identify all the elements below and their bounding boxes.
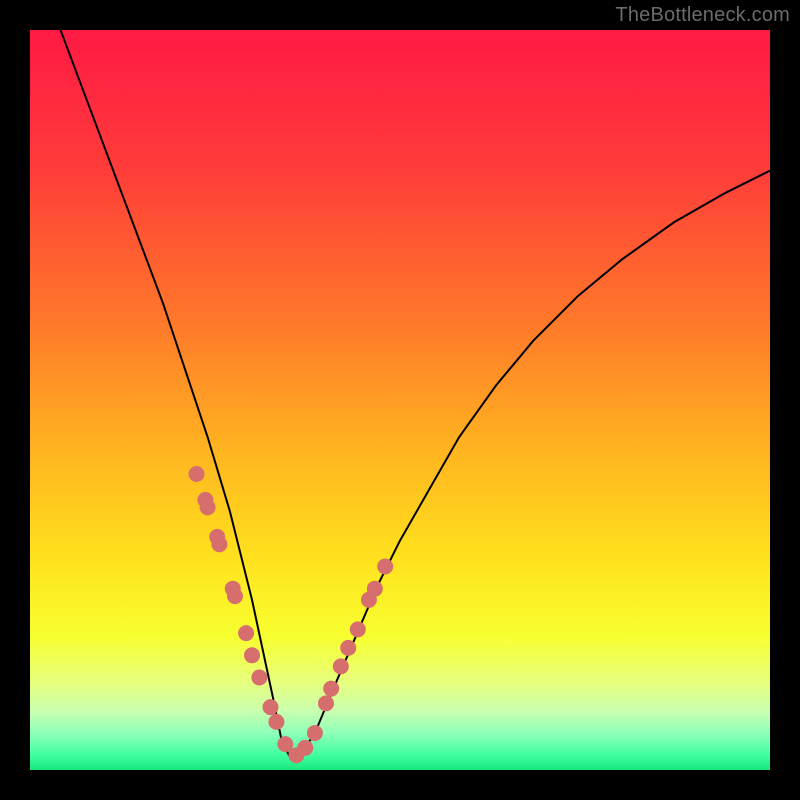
chart-stage: TheBottleneck.com — [0, 0, 800, 800]
plot-area — [30, 30, 770, 770]
curve-marker — [350, 621, 366, 637]
curve-marker — [227, 588, 243, 604]
curve-marker — [238, 625, 254, 641]
gradient-background — [30, 30, 770, 770]
curve-marker — [244, 647, 260, 663]
curve-marker — [297, 740, 313, 756]
curve-marker — [340, 640, 356, 656]
curve-marker — [268, 714, 284, 730]
curve-marker — [318, 695, 334, 711]
curve-marker — [377, 559, 393, 575]
curve-marker — [200, 499, 216, 515]
curve-marker — [263, 699, 279, 715]
chart-svg — [30, 30, 770, 770]
curve-marker — [307, 725, 323, 741]
curve-marker — [333, 658, 349, 674]
watermark-text: TheBottleneck.com — [615, 4, 790, 27]
curve-marker — [323, 681, 339, 697]
curve-marker — [251, 670, 267, 686]
curve-marker — [189, 466, 205, 482]
curve-marker — [211, 536, 227, 552]
curve-marker — [367, 581, 383, 597]
